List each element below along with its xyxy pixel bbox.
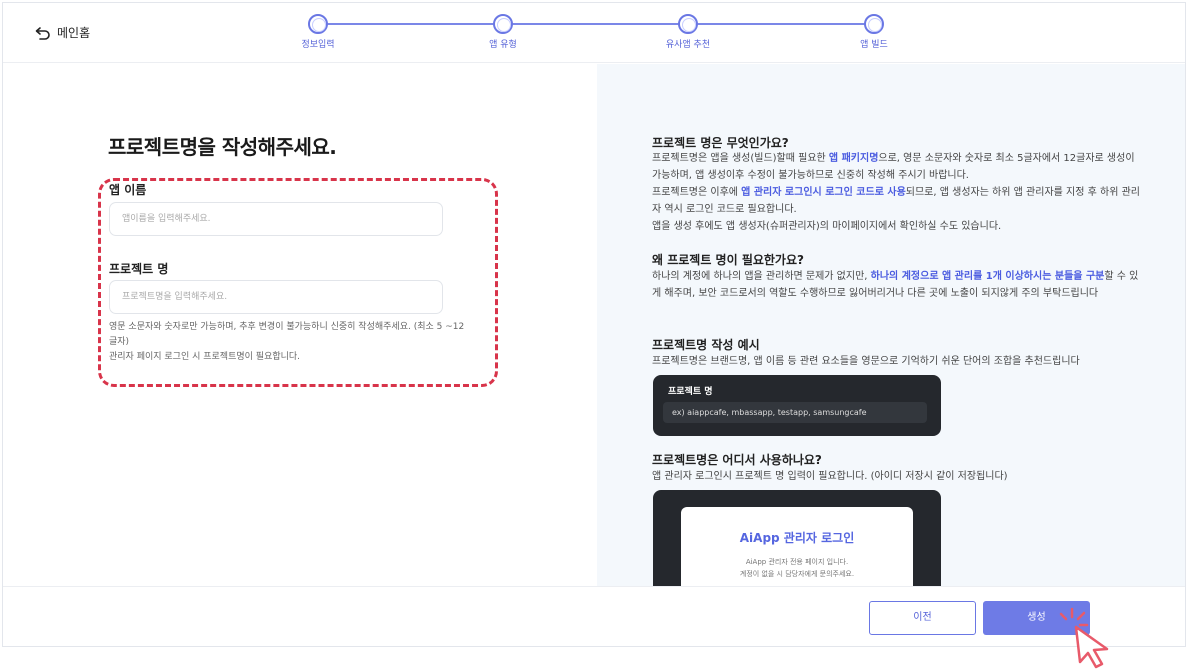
info-text: 하나의 계정에 하나의 앱을 관리하면 문제가 없지만, <box>652 271 871 282</box>
info-emphasis: 앱 패키지명 <box>828 153 879 164</box>
step-label: 유사앱 추천 <box>665 40 711 50</box>
step-info-input[interactable]: 정보입력 <box>283 13 353 50</box>
step-label: 앱 유형 <box>489 40 517 50</box>
progress-stepper: 정보입력 앱 유형 유사앱 추천 앱 빌드 <box>296 13 906 58</box>
step-dot <box>678 14 698 34</box>
step-label: 정보입력 <box>301 40 335 50</box>
back-arrow-icon <box>35 26 50 40</box>
example-value: ex) aiappcafe, mbassapp, testapp, samsun… <box>663 402 927 423</box>
example-card: 프로젝트 명 ex) aiappcafe, mbassapp, testapp,… <box>653 375 941 436</box>
top-header: 메인홈 정보입력 앱 유형 유사앱 추천 앱 빌드 <box>3 3 1185 63</box>
info-emphasis: 앱 관리자 로그인시 로그인 코드로 사용 <box>741 187 906 198</box>
login-preview-subtitle: AiApp 관리자 전용 페이지 입니다. 계정이 없을 시 담당자에게 문의주… <box>681 556 913 580</box>
bottom-bar: 이전 생성 <box>3 586 1185 646</box>
step-app-type[interactable]: 앱 유형 <box>468 13 538 50</box>
project-name-input[interactable] <box>109 280 443 314</box>
step-label: 앱 빌드 <box>860 40 888 50</box>
form-panel: 프로젝트명을 작성해주세요. 앱 이름 프로젝트 명 영문 소문자와 숫자로만 … <box>3 64 597 586</box>
login-sub-line: AiApp 관리자 전용 페이지 입니다. <box>745 558 849 566</box>
hint-line: 영문 소문자와 숫자로만 가능하며, 추후 변경이 불가능하니 신중히 작성해주… <box>109 322 465 347</box>
info-section-title: 프로젝트 명은 무엇인가요? <box>652 136 789 150</box>
step-dot <box>493 14 513 34</box>
info-section-title: 프로젝트명 작성 예시 <box>652 338 760 352</box>
info-text: 프로젝트명은 앱을 생성(빌드)할때 필요한 <box>652 153 829 164</box>
info-paragraph: 프로젝트명은 브랜드명, 앱 이름 등 관련 요소들을 영문으로 기억하기 쉬운… <box>652 356 1080 367</box>
info-section-title: 프로젝트명은 어디서 사용하나요? <box>652 453 822 467</box>
info-emphasis: 하나의 계정으로 앱 관리를 1개 이상하시는 분들을 구분 <box>870 271 1105 282</box>
info-section-title: 왜 프로젝트 명이 필요한가요? <box>652 253 804 267</box>
step-similar-app[interactable]: 유사앱 추천 <box>653 13 723 50</box>
page-title: 프로젝트명을 작성해주세요. <box>108 135 337 159</box>
info-paragraph: 앱 관리자 로그인시 프로젝트 명 입력이 필요합니다. (아이디 저장시 같이… <box>652 471 1008 482</box>
hint-line: 관리자 페이지 로그인 시 프로젝트명이 필요합니다. <box>109 352 301 362</box>
example-label: 프로젝트 명 <box>668 387 713 397</box>
project-name-label: 프로젝트 명 <box>109 262 169 276</box>
app-name-label: 앱 이름 <box>109 183 147 197</box>
login-preview-inner: AiApp 관리자 로그인 AiApp 관리자 전용 페이지 입니다. 계정이 … <box>681 507 913 586</box>
app-name-input[interactable] <box>109 202 443 236</box>
info-text: 프로젝트명은 이후에 <box>652 187 742 198</box>
project-name-hint: 영문 소문자와 숫자로만 가능하며, 추후 변경이 불가능하니 신중히 작성해주… <box>109 320 469 365</box>
stepper-line <box>318 23 874 25</box>
info-paragraph: 하나의 계정에 하나의 앱을 관리하면 문제가 없지만, 하나의 계정으로 앱 … <box>652 268 1142 302</box>
step-dot <box>864 14 884 34</box>
pointer-cursor-icon <box>1059 607 1109 669</box>
info-text: 앱을 생성 후에도 앱 생성자(슈퍼관리자)의 마이페이지에서 확인하실 수도 … <box>652 221 1002 232</box>
login-preview-title: AiApp 관리자 로그인 <box>739 531 855 545</box>
previous-button[interactable]: 이전 <box>869 601 976 635</box>
step-dot <box>308 14 328 34</box>
login-sub-line: 계정이 없을 시 담당자에게 문의주세요. <box>739 570 855 578</box>
login-preview-card: AiApp 관리자 로그인 AiApp 관리자 전용 페이지 입니다. 계정이 … <box>653 490 941 586</box>
step-app-build[interactable]: 앱 빌드 <box>839 13 909 50</box>
app-frame: 메인홈 정보입력 앱 유형 유사앱 추천 앱 빌드 프로젝트명을 작성해주세요.… <box>2 2 1186 647</box>
home-label: 메인홈 <box>57 26 91 40</box>
home-button[interactable]: 메인홈 <box>35 24 90 41</box>
info-paragraph: 프로젝트명은 앱을 생성(빌드)할때 필요한 앱 패키지명으로, 영문 소문자와… <box>652 150 1142 235</box>
info-panel: 프로젝트 명은 무엇인가요? 프로젝트명은 앱을 생성(빌드)할때 필요한 앱 … <box>597 64 1185 586</box>
